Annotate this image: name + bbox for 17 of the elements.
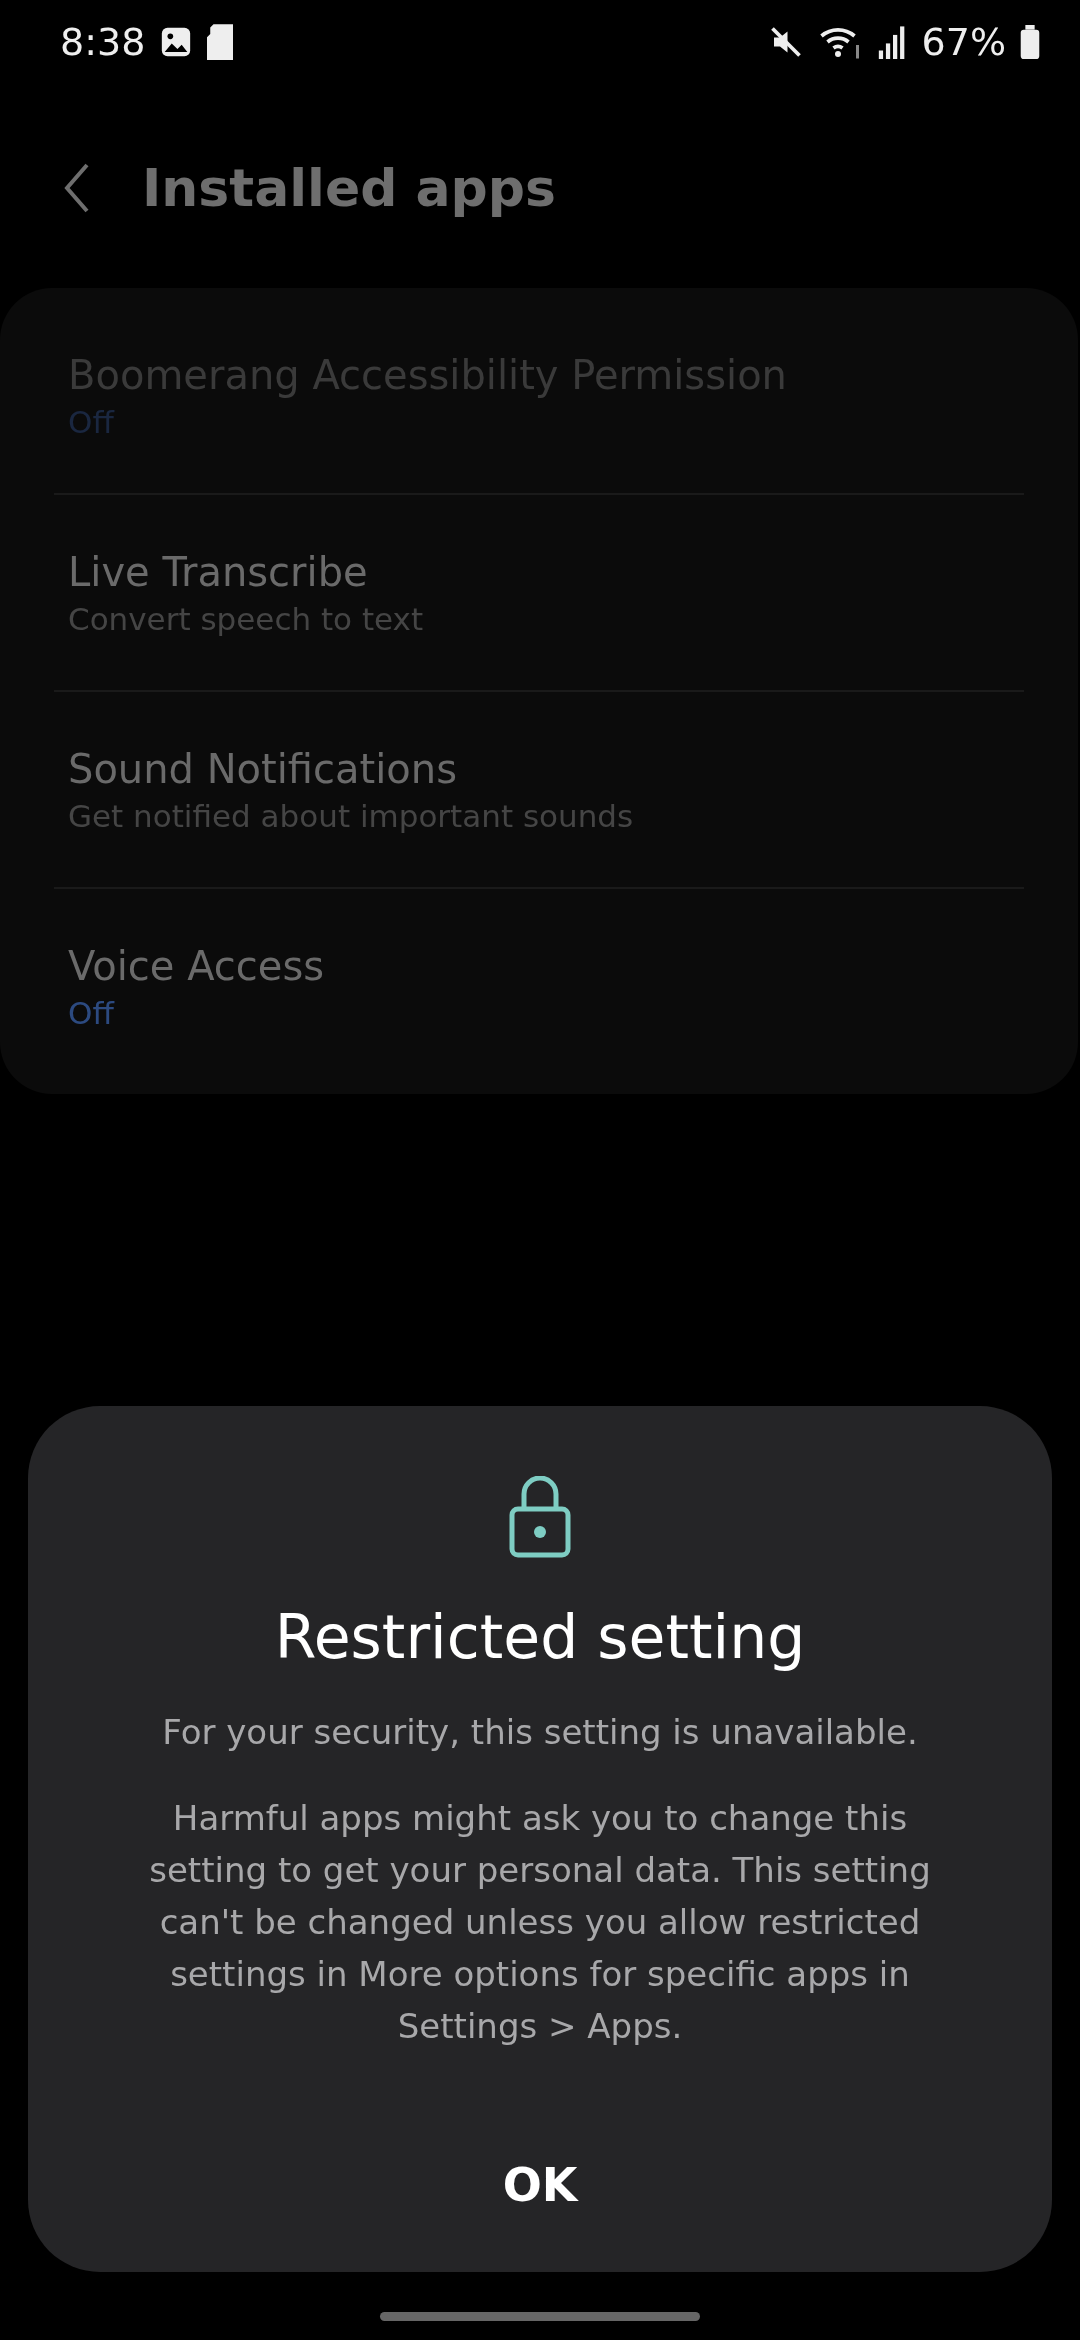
app-description: Get notified about important sounds [68,797,635,834]
clock: 8:38 [60,20,146,64]
ok-button[interactable]: OK [462,2148,618,2222]
page-title: Installed apps [142,158,556,218]
battery-icon [1020,25,1040,59]
app-description: Convert speech to text [68,600,425,637]
dialog-message: Harmful apps might ask you to change this setting to get your personal data. This setting can't be changed unless you allow restricted settings in More options for specific apps in Settings > Apps. [148,1797,932,2048]
dialog-message: For your security, this setting is unavailable. [161,1711,919,1754]
back-icon[interactable] [64,162,90,214]
sd-card-icon [207,24,234,60]
app-name[interactable]: Voice Access [68,942,1010,989]
lock-icon [509,1476,571,1558]
status-text: Off [68,994,116,1031]
app-name[interactable]: Live Transcribe [68,548,1010,595]
dialog-title: Restricted setting [274,1602,806,1672]
app-name[interactable]: Sound Notifications [68,745,1010,792]
battery-percentage: 67% [921,20,1006,64]
